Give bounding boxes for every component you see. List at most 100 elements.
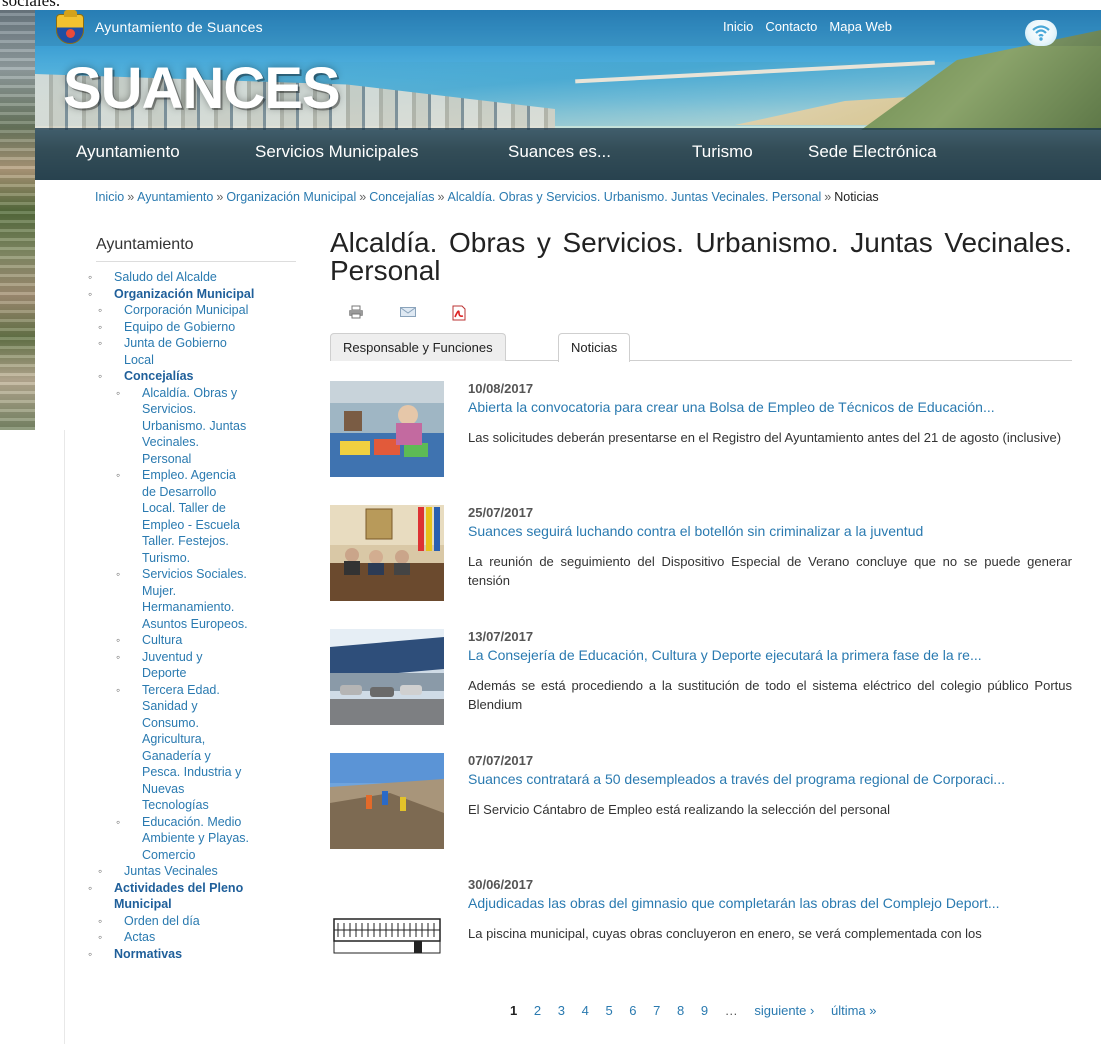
news-title-link[interactable]: Suances seguirá luchando contra el botel…: [468, 523, 923, 539]
pager-page[interactable]: 3: [558, 1003, 565, 1018]
sidebar-item-label: Mujer.: [142, 583, 177, 598]
util-link-mapa-web[interactable]: Mapa Web: [829, 19, 892, 34]
sidebar-item-label: Local. Taller de: [142, 501, 226, 515]
breadcrumb-inicio[interactable]: Inicio: [95, 190, 124, 204]
breadcrumb-separator: »: [216, 190, 224, 204]
pager-page[interactable]: 2: [534, 1003, 541, 1018]
tab-noticias[interactable]: Noticias: [558, 333, 631, 362]
sidebar: Ayuntamiento Saludo del Alcalde Organizac…: [88, 236, 296, 963]
suances-logo[interactable]: SUANCES: [63, 55, 341, 122]
sidebar-item[interactable]: Servicios Sociales. Mujer. Hermanamiento. A…: [96, 566, 296, 632]
news-summary: La piscina municipal, cuyas obras conclu…: [468, 926, 982, 941]
news-thumbnail[interactable]: [330, 629, 444, 725]
sidebar-item[interactable]: Educación. Medio Ambiente y Playas. Comerc…: [96, 814, 296, 864]
breadcrumb-separator: »: [824, 190, 832, 204]
pager-page[interactable]: 6: [629, 1003, 636, 1018]
pager-page[interactable]: 4: [582, 1003, 589, 1018]
site-title-link[interactable]: Ayuntamiento de Suances: [95, 19, 263, 35]
news-thumbnail[interactable]: [330, 505, 444, 601]
tab-responsable-funciones[interactable]: Responsable y Funciones: [330, 333, 506, 361]
nav-suances-es[interactable]: Suances es...: [508, 142, 611, 162]
sidebar-item[interactable]: Junta de Gobierno Local: [96, 335, 296, 368]
sidebar-item-label: Tercera Edad.: [142, 682, 220, 697]
sidebar-item-label: Ganadería y: [142, 748, 211, 763]
news-thumbnail[interactable]: [330, 381, 444, 477]
sidebar-item-label: Concejalías: [124, 369, 194, 383]
news-title-link[interactable]: Abierta la convocatoria para crear una B…: [468, 399, 995, 415]
sidebar-item[interactable]: Cultura: [96, 632, 296, 649]
pager-page[interactable]: 9: [701, 1003, 708, 1018]
breadcrumb-separator: »: [127, 190, 135, 204]
sidebar-title: Ayuntamiento: [96, 236, 296, 262]
util-link-contacto[interactable]: Contacto: [765, 19, 817, 34]
sidebar-item[interactable]: Equipo de Gobierno: [96, 319, 296, 336]
nav-turismo[interactable]: Turismo: [692, 142, 753, 162]
news-title-link[interactable]: La Consejería de Educación, Cultura y De…: [468, 647, 982, 663]
news-title-link[interactable]: Adjudicadas las obras del gimnasio que c…: [468, 895, 1000, 911]
news-body: 30/06/2017 Adjudicadas las obras del gim…: [468, 877, 1072, 943]
pager-page[interactable]: 8: [677, 1003, 684, 1018]
nav-ayuntamiento[interactable]: Ayuntamiento: [76, 142, 180, 162]
breadcrumb-ayuntamiento[interactable]: Ayuntamiento: [137, 190, 213, 204]
news-thumbnail[interactable]: [330, 753, 444, 849]
pager: 1 2 3 4 5 6 7 8 9 … siguiente › última »: [510, 1003, 890, 1018]
tab-bar: Responsable y Funciones Noticias: [330, 333, 1072, 362]
breadcrumb-alcaldia[interactable]: Alcaldía. Obras y Servicios. Urbanismo. …: [447, 190, 821, 204]
breadcrumb: Inicio» Ayuntamiento» Organización Municip…: [95, 190, 879, 204]
sidebar-item-label: de Desarrollo: [142, 484, 217, 499]
sidebar-item-label: Local: [124, 352, 154, 367]
news-date: 30/06/2017: [468, 877, 534, 892]
pager-page[interactable]: 7: [653, 1003, 660, 1018]
sidebar-item[interactable]: Alcaldía. Obras y Servicios. Urbanismo. Ju…: [96, 385, 296, 468]
sidebar-item-label: Deporte: [142, 666, 187, 680]
sidebar-item-label: Cultura: [142, 633, 183, 647]
pdf-icon[interactable]: [452, 305, 466, 326]
news-summary: Las solicitudes deberán presentarse en e…: [468, 430, 1062, 445]
sidebar-item-label: Juntas Vecinales: [124, 864, 218, 878]
sidebar-item[interactable]: Actas: [96, 929, 296, 946]
cropped-top-text: sociales.: [0, 0, 1101, 10]
sidebar-item-label: Consumo.: [142, 715, 199, 730]
news-summary: La reunión de seguimiento del Dispositiv…: [468, 554, 1072, 588]
pager-last[interactable]: última »: [831, 1003, 877, 1018]
sidebar-item[interactable]: Empleo. Agencia de Desarrollo Local. Talle…: [96, 467, 296, 566]
sidebar-item-label: Comercio: [142, 847, 196, 862]
sidebar-item-label: Actas: [124, 930, 156, 944]
print-icon[interactable]: [348, 305, 364, 326]
news-date: 25/07/2017: [468, 505, 534, 520]
coat-of-arms-icon[interactable]: [56, 10, 84, 44]
news-thumbnail[interactable]: [330, 877, 444, 973]
sidebar-item[interactable]: Organización Municipal: [88, 286, 296, 303]
main-content: Alcaldía. Obras y Servicios. Urbanismo. …: [330, 229, 1072, 973]
news-summary: El Servicio Cántabro de Empleo está real…: [468, 802, 891, 817]
sidebar-item[interactable]: Normativas: [88, 946, 296, 963]
breadcrumb-separator: »: [437, 190, 445, 204]
main-nav: Ayuntamiento Servicios Municipales Suanc…: [35, 128, 1101, 180]
sidebar-item[interactable]: Juntas Vecinales: [96, 863, 296, 880]
sidebar-item[interactable]: Orden del día: [96, 913, 296, 930]
sidebar-item-label: Tecnologías: [142, 798, 209, 812]
sidebar-item[interactable]: Corporación Municipal: [96, 302, 296, 319]
nav-sede-electronica[interactable]: Sede Electrónica: [808, 142, 937, 162]
sidebar-item-label: Pesca. Industria y: [142, 765, 242, 779]
sidebar-item[interactable]: Actividades del Pleno Municipal: [88, 880, 296, 913]
breadcrumb-current: Noticias: [834, 190, 879, 204]
sidebar-item-label: Taller. Festejos.: [142, 534, 229, 548]
pager-page[interactable]: 5: [605, 1003, 612, 1018]
sidebar-item-label: Juventud y: [142, 649, 203, 664]
sidebar-item[interactable]: Saludo del Alcalde: [88, 269, 296, 286]
breadcrumb-organizacion[interactable]: Organización Municipal: [226, 190, 356, 204]
email-icon[interactable]: [400, 305, 416, 326]
util-link-inicio[interactable]: Inicio: [723, 19, 753, 34]
sidebar-item[interactable]: Juventud y Deporte: [96, 649, 296, 682]
news-date: 07/07/2017: [468, 753, 534, 768]
sidebar-item[interactable]: Tercera Edad. Sanidad y Consumo. Agricultur…: [96, 682, 296, 814]
sidebar-item[interactable]: Concejalías: [96, 368, 296, 385]
news-title-link[interactable]: Suances contratará a 50 desempleados a t…: [468, 771, 1005, 787]
left-divider: [64, 430, 65, 1044]
nav-servicios-municipales[interactable]: Servicios Municipales: [255, 142, 418, 162]
sidebar-item-label: Empleo. Agencia: [142, 468, 236, 482]
breadcrumb-concejalias[interactable]: Concejalías: [369, 190, 434, 204]
pager-next[interactable]: siguiente ›: [754, 1003, 814, 1018]
wifi-icon[interactable]: [1025, 20, 1057, 46]
